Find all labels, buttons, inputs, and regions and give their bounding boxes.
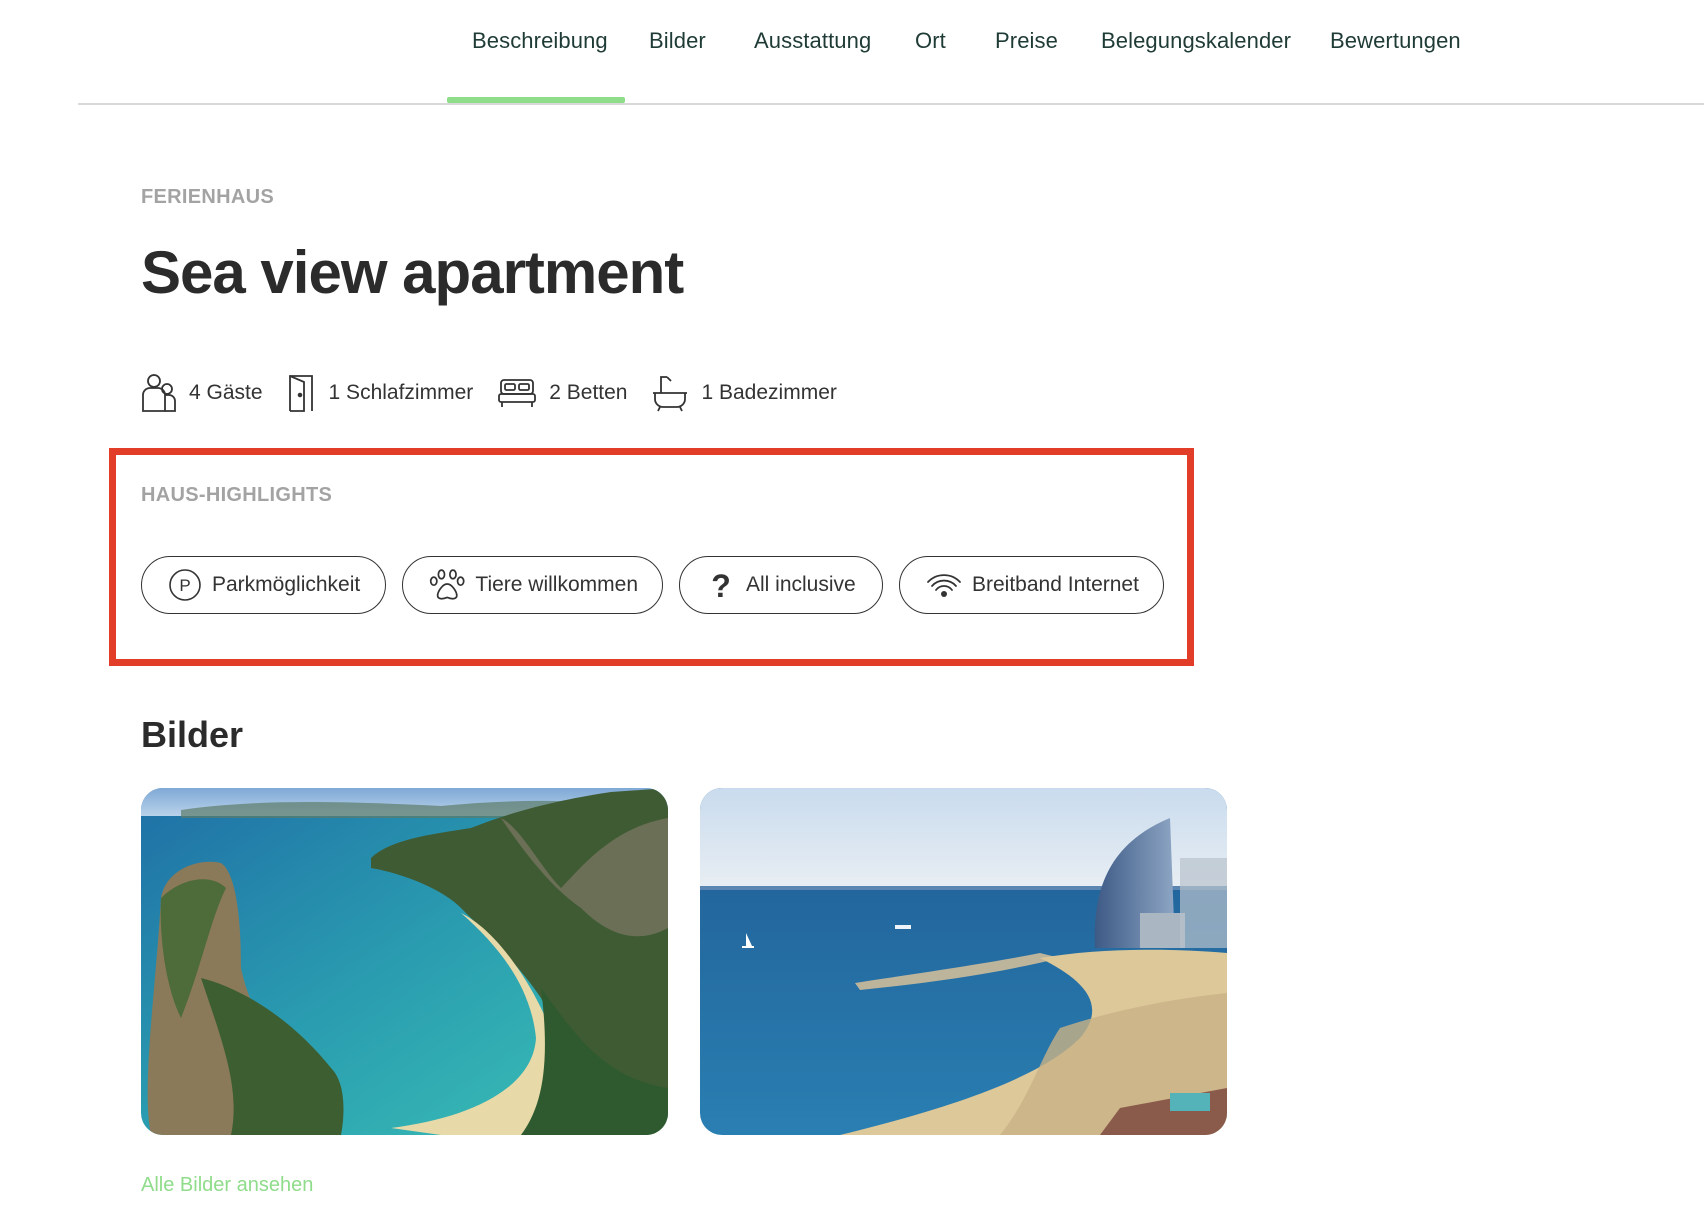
chip-pets[interactable]: Tiere willkommen xyxy=(402,556,663,614)
fact-bedrooms: 1 Schlafzimmer xyxy=(287,373,473,413)
gallery-heading: Bilder xyxy=(141,714,244,755)
nav-tab-bilder[interactable]: Bilder xyxy=(649,28,706,54)
nav-tab-ausstattung[interactable]: Ausstattung xyxy=(754,28,871,54)
fact-guests: 4 Gäste xyxy=(141,373,263,413)
fact-beds: 2 Betten xyxy=(497,376,627,410)
page-title: Sea view apartment xyxy=(141,239,684,306)
question-icon: ? xyxy=(711,568,731,602)
tropical-bay-photo[interactable] xyxy=(141,788,668,1135)
property-type-label: FERIENHAUS xyxy=(141,186,275,208)
svg-text:?: ? xyxy=(711,568,731,602)
nav-tab-ort[interactable]: Ort xyxy=(915,28,946,54)
parking-icon: P xyxy=(169,569,201,601)
highlights-heading: HAUS-HIGHLIGHTS xyxy=(141,484,333,506)
active-tab-indicator xyxy=(447,97,625,103)
nav-tab-belegungskalender[interactable]: Belegungskalender xyxy=(1101,28,1291,54)
nav-tab-preise[interactable]: Preise xyxy=(995,28,1058,54)
view-all-photos-link[interactable]: Alle Bilder ansehen xyxy=(141,1174,313,1197)
paw-icon xyxy=(429,569,465,600)
top-navigation: Beschreibung Bilder Ausstattung Ort Prei… xyxy=(78,0,1704,105)
bed-icon xyxy=(498,379,537,407)
guests-icon xyxy=(142,374,176,412)
beach-hotel-photo[interactable] xyxy=(700,788,1227,1135)
nav-tab-beschreibung[interactable]: Beschreibung xyxy=(472,28,608,54)
fact-bathrooms: 1 Badezimmer xyxy=(651,373,837,413)
nav-tab-bewertungen[interactable]: Bewertungen xyxy=(1330,28,1461,54)
property-facts: 4 Gäste 1 Schlafzimmer 2 Betten 1 Badezi… xyxy=(141,371,861,415)
wifi-icon xyxy=(927,574,961,597)
chip-all-inclusive[interactable]: ? All inclusive xyxy=(679,556,883,614)
svg-text:P: P xyxy=(179,576,190,595)
door-icon xyxy=(288,375,313,412)
highlights-chip-list: P Parkmöglichkeit Tiere willkommen ? All… xyxy=(141,556,1180,614)
chip-parking[interactable]: P Parkmöglichkeit xyxy=(141,556,386,614)
bathtub-icon xyxy=(653,376,688,412)
chip-broadband[interactable]: Breitband Internet xyxy=(899,556,1164,614)
